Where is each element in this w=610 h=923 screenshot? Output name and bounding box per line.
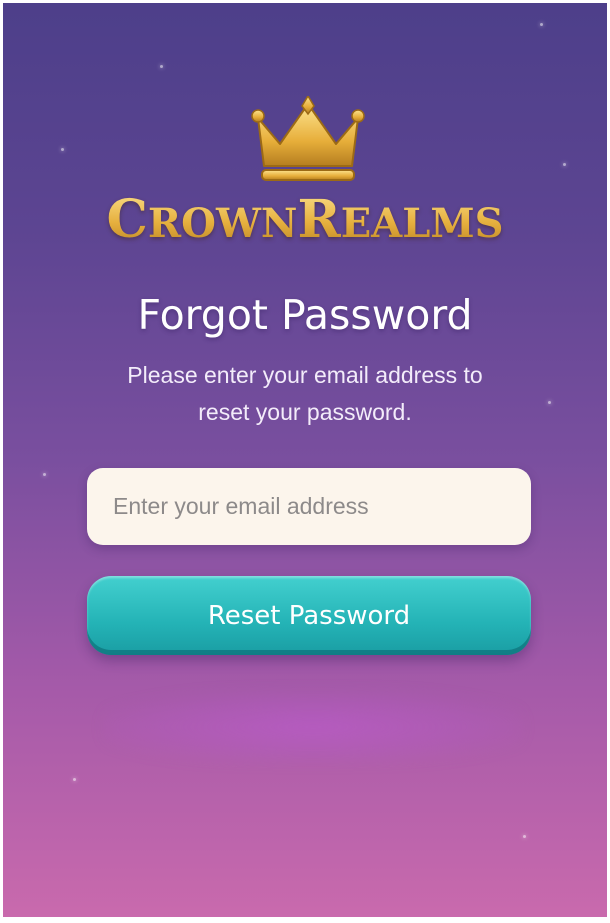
- forgot-password-screen: CROWNREALMS Forgot Password Please enter…: [3, 3, 607, 917]
- logo-wordmark: CROWNREALMS: [3, 189, 607, 250]
- logo-letter: C: [106, 189, 148, 250]
- sparkle-decoration: [73, 778, 76, 781]
- sparkle-decoration: [563, 163, 566, 166]
- reset-password-button[interactable]: Reset Password: [87, 576, 531, 655]
- sparkle-decoration: [523, 835, 526, 838]
- page-subtitle: Please enter your email address to reset…: [127, 362, 483, 425]
- sparkle-decoration: [548, 401, 551, 404]
- crown-icon: [251, 96, 365, 181]
- page-title: Forgot Password: [137, 291, 473, 339]
- sparkle-decoration: [540, 23, 543, 26]
- logo-letters: EALMS: [340, 200, 504, 247]
- logo-letters: ROWN: [147, 200, 298, 247]
- email-field[interactable]: [87, 468, 531, 545]
- sparkle-decoration: [43, 473, 46, 476]
- logo-letter: R: [297, 189, 341, 250]
- sparkle-decoration: [61, 148, 64, 151]
- blurred-glow-decoration: [103, 691, 523, 763]
- sparkle-decoration: [160, 65, 163, 68]
